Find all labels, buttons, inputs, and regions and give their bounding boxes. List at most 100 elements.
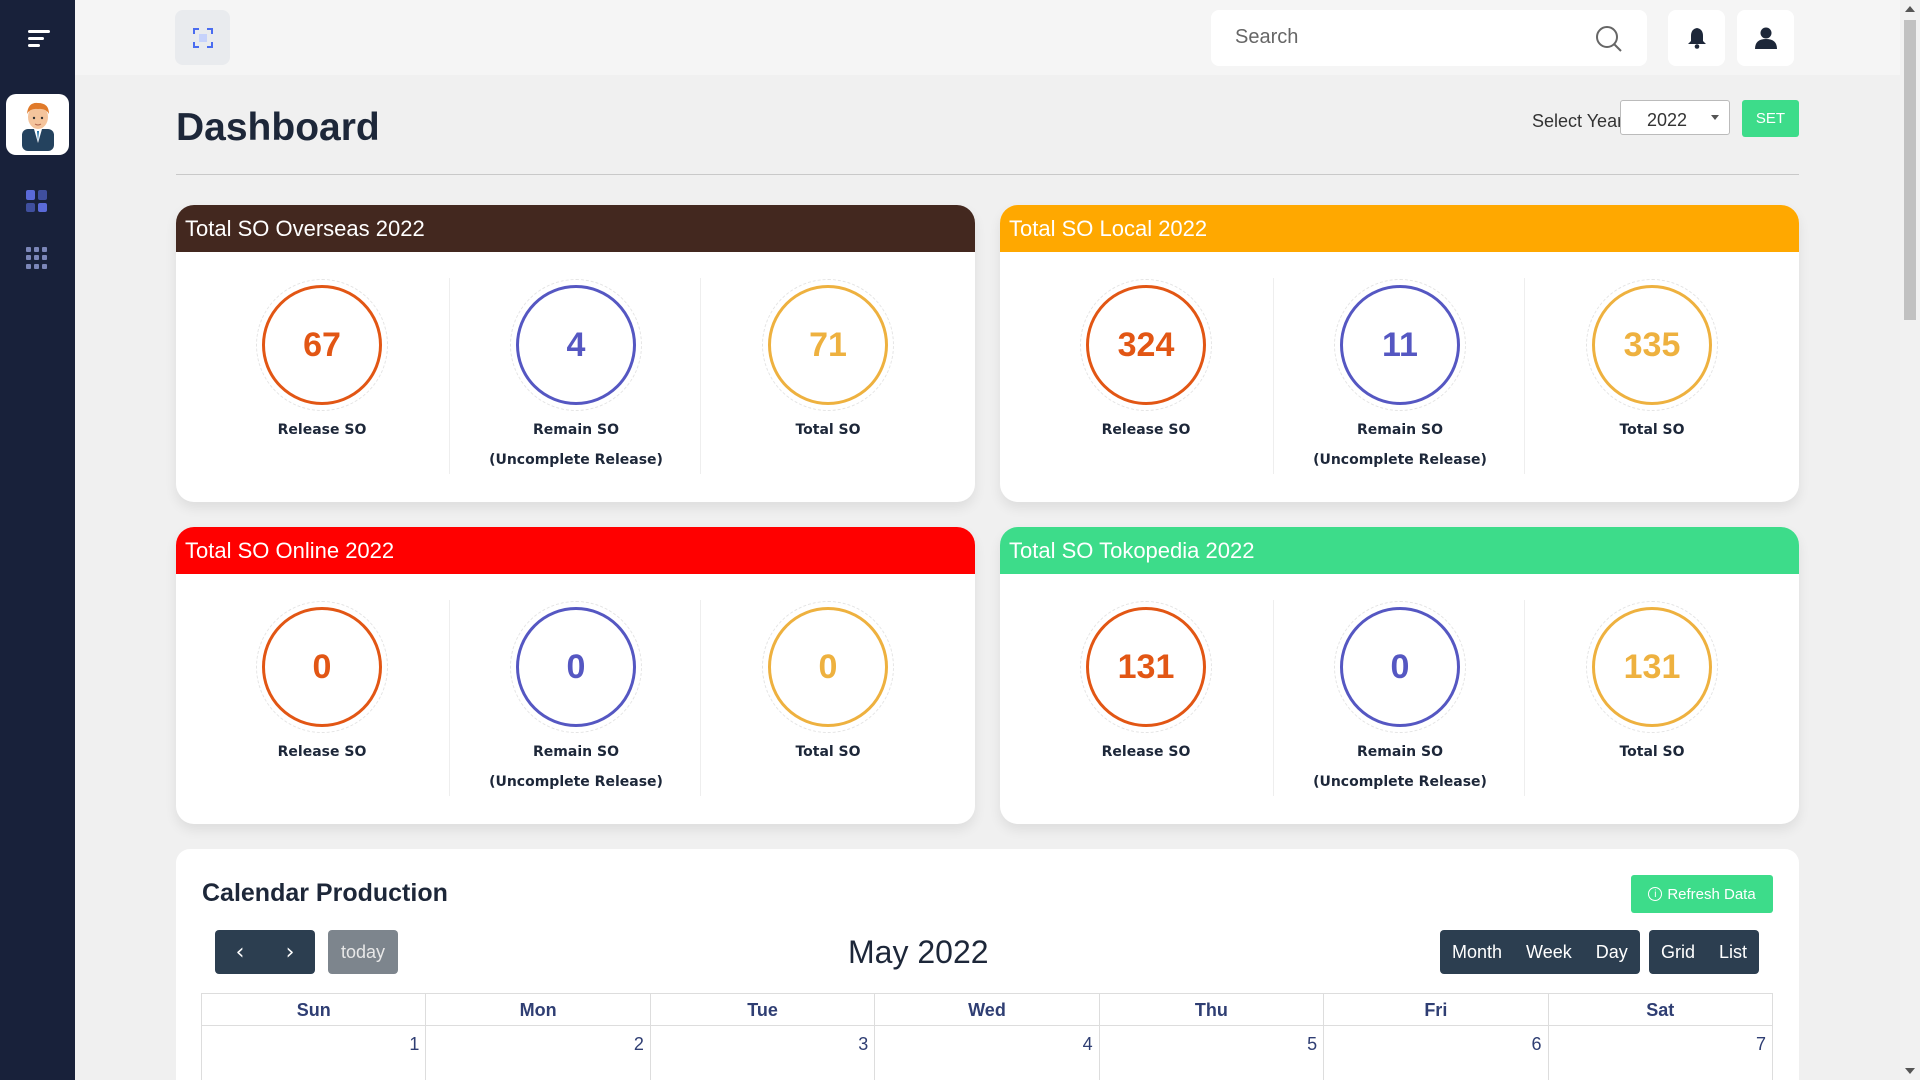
stat-release: 131 Release SO bbox=[1020, 574, 1272, 824]
weekday-label: Tue bbox=[650, 994, 876, 1026]
weekday-label: Mon bbox=[426, 994, 651, 1026]
total-value: 335 bbox=[1592, 285, 1712, 405]
today-button[interactable]: today bbox=[328, 930, 398, 974]
fullscreen-button[interactable] bbox=[175, 10, 230, 65]
refresh-data-label: Refresh Data bbox=[1667, 885, 1756, 903]
stat-total: 131 Total SO bbox=[1526, 574, 1778, 824]
stat-label: Release SO bbox=[1101, 422, 1191, 438]
weekday-label: Sun bbox=[202, 994, 427, 1026]
remain-value: 11 bbox=[1340, 285, 1460, 405]
weekday-label: Thu bbox=[1099, 994, 1325, 1026]
stat-sublabel: (Uncomplete Release) bbox=[489, 452, 663, 468]
sidebar bbox=[0, 0, 75, 1080]
stat-label: Total SO bbox=[795, 422, 861, 438]
stat-total: 0 Total SO bbox=[702, 574, 954, 824]
weekday-label: Sat bbox=[1548, 994, 1772, 1026]
bell-icon bbox=[1687, 28, 1706, 49]
calendar-day[interactable]: 6 bbox=[1324, 1026, 1549, 1080]
page-title: Dashboard bbox=[176, 106, 380, 149]
chevron-right-icon[interactable]: › bbox=[265, 930, 315, 974]
stat-sublabel: (Uncomplete Release) bbox=[1313, 452, 1487, 468]
chevron-left-icon[interactable]: ‹ bbox=[215, 930, 265, 974]
view-week-button[interactable]: Week bbox=[1514, 930, 1584, 974]
total-value: 0 bbox=[768, 607, 888, 727]
view-list-button[interactable]: List bbox=[1707, 930, 1759, 974]
stat-label: Total SO bbox=[1619, 744, 1685, 760]
calendar-day[interactable]: 5 bbox=[1100, 1026, 1325, 1080]
topbar bbox=[75, 0, 1900, 75]
stat-remain: 0 Remain SO (Uncomplete Release) bbox=[449, 600, 701, 796]
calendar-day[interactable]: 4 bbox=[875, 1026, 1100, 1080]
stat-label: Remain SO bbox=[1357, 744, 1443, 760]
stat-release: 0 Release SO bbox=[196, 574, 448, 824]
card-title: Total SO Tokopedia 2022 bbox=[1000, 527, 1799, 574]
stat-label: Remain SO bbox=[533, 744, 619, 760]
view-month-button[interactable]: Month bbox=[1440, 930, 1514, 974]
stat-remain: 4 Remain SO (Uncomplete Release) bbox=[449, 278, 701, 474]
card-so-tokopedia: Total SO Tokopedia 2022 131 Release SO 0… bbox=[1000, 527, 1799, 824]
search-box[interactable] bbox=[1211, 10, 1647, 66]
calendar-nav: ‹ › bbox=[215, 930, 315, 974]
search-input[interactable] bbox=[1235, 26, 1575, 49]
year-label: Select Year bbox=[1532, 111, 1624, 131]
card-title: Total SO Overseas 2022 bbox=[176, 205, 975, 252]
search-icon[interactable] bbox=[1595, 25, 1623, 53]
stat-release: 324 Release SO bbox=[1020, 252, 1272, 502]
user-icon bbox=[1754, 27, 1777, 49]
chevron-down-icon bbox=[1711, 115, 1719, 120]
release-value: 0 bbox=[262, 607, 382, 727]
dashboard-icon[interactable] bbox=[26, 190, 48, 212]
info-icon: i bbox=[1648, 887, 1663, 901]
total-value: 71 bbox=[768, 285, 888, 405]
card-title: Total SO Online 2022 bbox=[176, 527, 975, 574]
stat-label: Release SO bbox=[277, 744, 367, 760]
year-select-value: 2022 bbox=[1647, 110, 1688, 130]
stat-label: Release SO bbox=[277, 422, 367, 438]
stat-label: Total SO bbox=[1619, 422, 1685, 438]
view-day-button[interactable]: Day bbox=[1584, 930, 1640, 974]
release-value: 324 bbox=[1086, 285, 1206, 405]
stat-label: Remain SO bbox=[1357, 422, 1443, 438]
calendar-grid: Sun Mon Tue Wed Thu Fri Sat 1 2 3 4 5 6 … bbox=[201, 993, 1773, 1080]
stat-label: Release SO bbox=[1101, 744, 1191, 760]
apps-grid-icon[interactable] bbox=[26, 247, 48, 269]
stat-total: 335 Total SO bbox=[1526, 252, 1778, 502]
calendar-day[interactable]: 7 bbox=[1549, 1026, 1772, 1080]
divider bbox=[176, 174, 1799, 175]
stat-remain: 0 Remain SO (Uncomplete Release) bbox=[1273, 600, 1525, 796]
scroll-down-icon[interactable] bbox=[1905, 1068, 1915, 1074]
calendar-panel: Calendar Production i Refresh Data ‹ › t… bbox=[176, 849, 1799, 1080]
notifications-button[interactable] bbox=[1668, 10, 1725, 66]
total-value: 131 bbox=[1592, 607, 1712, 727]
menu-icon[interactable] bbox=[28, 30, 50, 48]
set-button[interactable]: SET bbox=[1742, 100, 1799, 137]
stat-label: Total SO bbox=[795, 744, 861, 760]
user-menu-button[interactable] bbox=[1737, 10, 1794, 66]
remain-value: 0 bbox=[516, 607, 636, 727]
avatar[interactable] bbox=[6, 94, 69, 155]
calendar-day[interactable]: 2 bbox=[426, 1026, 651, 1080]
card-so-local: Total SO Local 2022 324 Release SO 11 Re… bbox=[1000, 205, 1799, 502]
calendar-week-row: 1 2 3 4 5 6 7 bbox=[202, 1026, 1772, 1080]
layout-switcher: Grid List bbox=[1649, 930, 1760, 974]
weekday-label: Wed bbox=[875, 994, 1100, 1026]
calendar-day[interactable]: 3 bbox=[651, 1026, 876, 1080]
calendar-month-title: May 2022 bbox=[848, 934, 989, 970]
stat-sublabel: (Uncomplete Release) bbox=[1313, 774, 1487, 790]
calendar-day[interactable]: 1 bbox=[202, 1026, 427, 1080]
card-so-overseas: Total SO Overseas 2022 67 Release SO 4 R… bbox=[176, 205, 975, 502]
remain-value: 4 bbox=[516, 285, 636, 405]
remain-value: 0 bbox=[1340, 607, 1460, 727]
stat-remain: 11 Remain SO (Uncomplete Release) bbox=[1273, 278, 1525, 474]
year-select[interactable]: 2022 bbox=[1620, 100, 1730, 135]
view-grid-button[interactable]: Grid bbox=[1649, 930, 1707, 974]
release-value: 67 bbox=[262, 285, 382, 405]
release-value: 131 bbox=[1086, 607, 1206, 727]
page-scrollbar[interactable] bbox=[1900, 0, 1920, 1080]
weekday-label: Fri bbox=[1324, 994, 1549, 1026]
scroll-up-icon[interactable] bbox=[1905, 6, 1915, 12]
calendar-title: Calendar Production bbox=[202, 879, 448, 907]
refresh-data-button[interactable]: i Refresh Data bbox=[1631, 875, 1773, 913]
view-switcher: Month Week Day bbox=[1440, 930, 1640, 974]
scrollbar-thumb[interactable] bbox=[1904, 20, 1916, 320]
